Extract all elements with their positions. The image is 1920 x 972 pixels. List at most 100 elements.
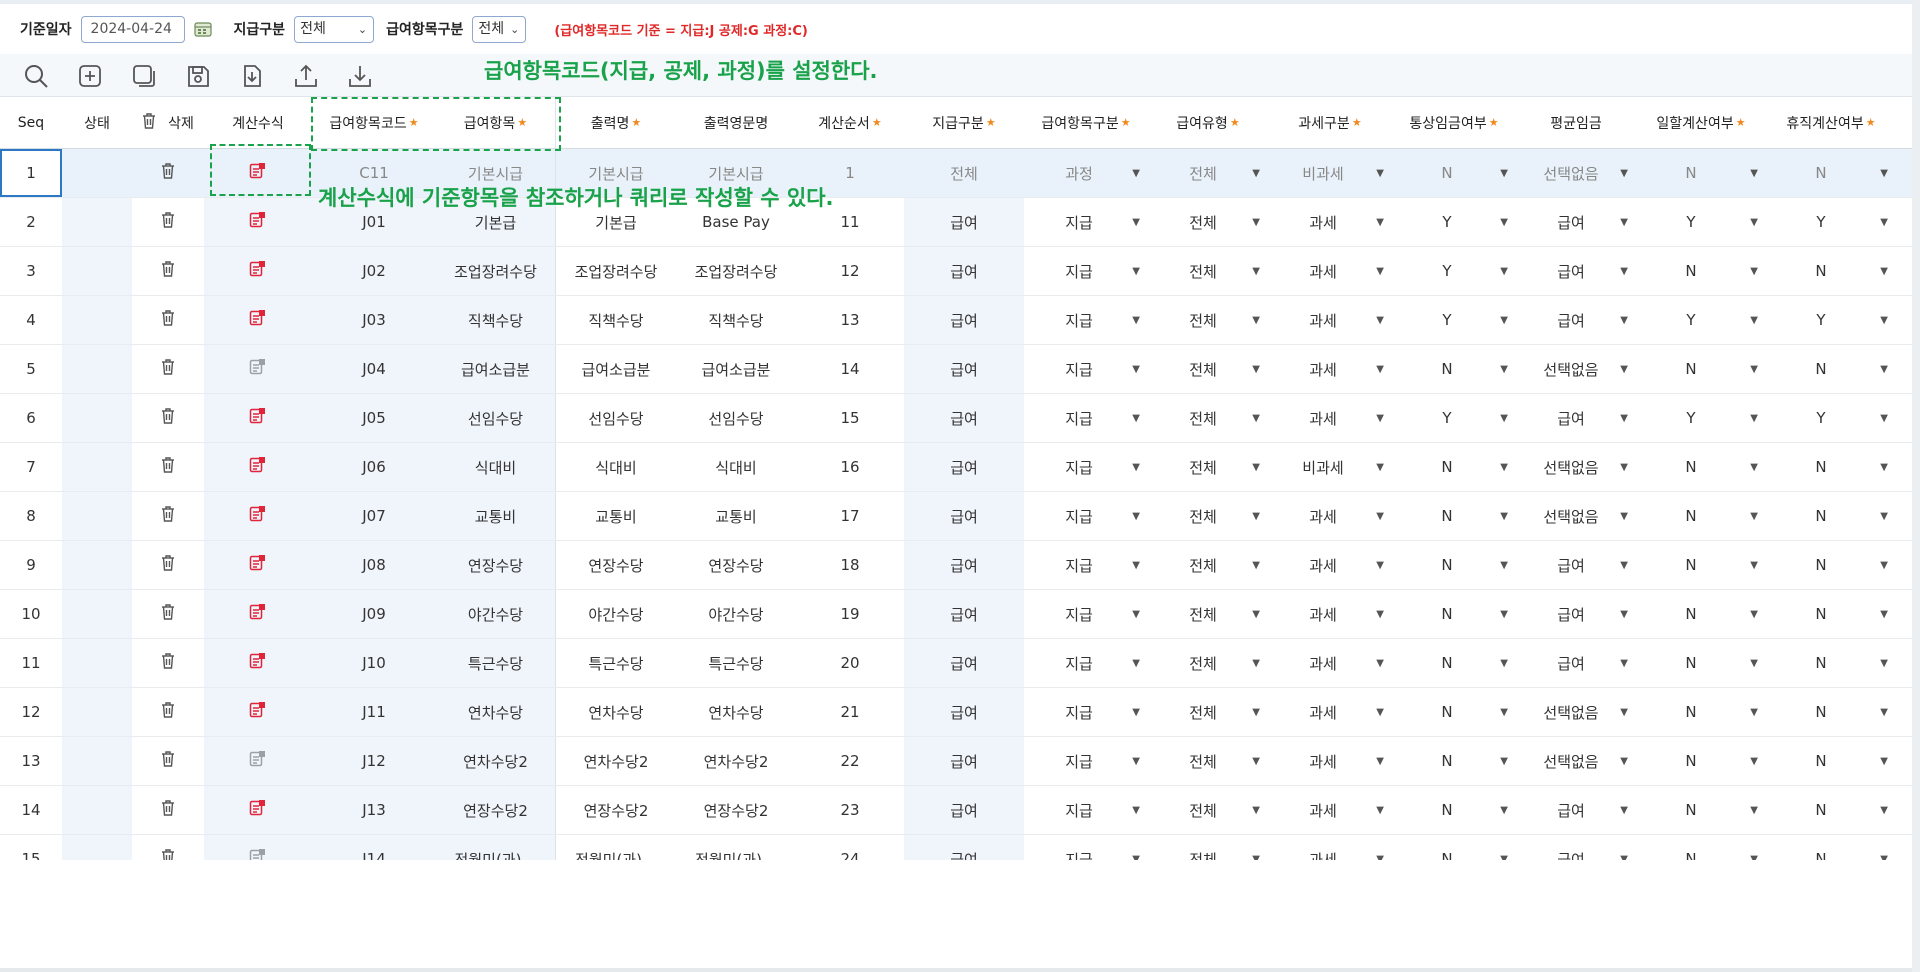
- caret-down-icon[interactable]: ▼: [1132, 217, 1140, 228]
- table-row[interactable]: 11 J10 특근수당 특근수당 특근수당 20 급여 지급 ▼ 전체 ▼ 과세 ▼ N ▼ 급여 ▼ N ▼ N ▼: [0, 639, 1912, 688]
- cell-ordinary-wage[interactable]: N ▼: [1392, 639, 1516, 687]
- cell-delete[interactable]: [132, 786, 204, 834]
- caret-down-icon[interactable]: ▼: [1500, 364, 1508, 375]
- caret-down-icon[interactable]: ▼: [1376, 511, 1384, 522]
- cell-tax-type[interactable]: 과세 ▼: [1268, 345, 1392, 393]
- formula-icon[interactable]: [249, 505, 267, 527]
- formula-icon[interactable]: [249, 309, 267, 331]
- cell-calc-order[interactable]: 17: [796, 492, 904, 540]
- cell-pay-type[interactable]: 급여: [904, 394, 1024, 442]
- cell-item[interactable]: 직책수당: [436, 296, 556, 344]
- cell-tax-type[interactable]: 과세 ▼: [1268, 296, 1392, 344]
- cell-tax-type[interactable]: 비과세 ▼: [1268, 149, 1392, 197]
- cell-daily-calc[interactable]: N ▼: [1636, 149, 1766, 197]
- cell-leave-calc[interactable]: Y ▼: [1766, 296, 1896, 344]
- cell-print-name[interactable]: 연장수당2: [556, 786, 676, 834]
- cell-item[interactable]: 연장수당2: [436, 786, 556, 834]
- cell-item-type[interactable]: 지급 ▼: [1024, 247, 1148, 295]
- cell-print-name[interactable]: 연차수당: [556, 688, 676, 736]
- cell-delete[interactable]: [132, 541, 204, 589]
- cell-print-name[interactable]: 조업장려수당: [556, 247, 676, 295]
- cell-leave-calc[interactable]: N ▼: [1766, 590, 1896, 638]
- caret-down-icon[interactable]: ▼: [1252, 707, 1260, 718]
- formula-icon[interactable]: [249, 358, 267, 380]
- caret-down-icon[interactable]: ▼: [1500, 315, 1508, 326]
- cell-ordinary-wage[interactable]: N ▼: [1392, 345, 1516, 393]
- caret-down-icon[interactable]: ▼: [1252, 462, 1260, 473]
- caret-down-icon[interactable]: ▼: [1620, 756, 1628, 767]
- cell-avg-wage[interactable]: 선택없음 ▼: [1516, 443, 1636, 491]
- cell-pay-type[interactable]: 급여: [904, 688, 1024, 736]
- cell-delete[interactable]: [132, 345, 204, 393]
- cell-item-type[interactable]: 지급 ▼: [1024, 198, 1148, 246]
- caret-down-icon[interactable]: ▼: [1620, 805, 1628, 816]
- date-input[interactable]: 2024-04-24: [80, 15, 185, 43]
- trash-icon[interactable]: [161, 604, 175, 624]
- cell-delete[interactable]: [132, 590, 204, 638]
- header-formula[interactable]: 계산수식: [204, 97, 312, 148]
- formula-icon[interactable]: [249, 260, 267, 282]
- scrollbar-track[interactable]: [1912, 0, 1920, 972]
- caret-down-icon[interactable]: ▼: [1620, 266, 1628, 277]
- cell-print-name[interactable]: 연차수당2: [556, 737, 676, 785]
- cell-daily-calc[interactable]: N ▼: [1636, 786, 1766, 834]
- cell-formula[interactable]: [204, 639, 312, 687]
- cell-calc-order[interactable]: 19: [796, 590, 904, 638]
- caret-down-icon[interactable]: ▼: [1880, 364, 1888, 375]
- cell-daily-calc[interactable]: N ▼: [1636, 639, 1766, 687]
- cell-item-type[interactable]: 지급 ▼: [1024, 639, 1148, 687]
- header-status[interactable]: 상태: [62, 97, 132, 148]
- cell-pay-type[interactable]: 급여: [904, 541, 1024, 589]
- caret-down-icon[interactable]: ▼: [1376, 217, 1384, 228]
- cell-print-name[interactable]: 특근수당: [556, 639, 676, 687]
- cell-pay-type[interactable]: 급여: [904, 247, 1024, 295]
- cell-avg-wage[interactable]: 선택없음 ▼: [1516, 492, 1636, 540]
- cell-leave-calc[interactable]: N ▼: [1766, 639, 1896, 687]
- pay-type-select[interactable]: 전체 ⌄: [294, 15, 375, 43]
- caret-down-icon[interactable]: ▼: [1376, 413, 1384, 424]
- cell-ordinary-wage[interactable]: N ▼: [1392, 590, 1516, 638]
- cell-print-name[interactable]: 식대비: [556, 443, 676, 491]
- caret-down-icon[interactable]: ▼: [1620, 560, 1628, 571]
- import-button[interactable]: [238, 62, 266, 90]
- cell-code[interactable]: J13: [312, 786, 436, 834]
- cell-avg-wage[interactable]: 급여 ▼: [1516, 541, 1636, 589]
- cell-salary-type[interactable]: 전체 ▼: [1148, 394, 1268, 442]
- cell-item[interactable]: 연차수당: [436, 688, 556, 736]
- cell-salary-type[interactable]: 전체 ▼: [1148, 247, 1268, 295]
- cell-ordinary-wage[interactable]: N ▼: [1392, 786, 1516, 834]
- cell-daily-calc[interactable]: N ▼: [1636, 590, 1766, 638]
- formula-icon[interactable]: [249, 652, 267, 674]
- caret-down-icon[interactable]: ▼: [1500, 266, 1508, 277]
- caret-down-icon[interactable]: ▼: [1376, 609, 1384, 620]
- caret-down-icon[interactable]: ▼: [1880, 217, 1888, 228]
- caret-down-icon[interactable]: ▼: [1500, 805, 1508, 816]
- table-row[interactable]: 3 J02 조업장려수당 조업장려수당 조업장려수당 12 급여 지급 ▼ 전체 ▼ 과세 ▼ Y ▼ 급여 ▼…: [0, 247, 1912, 296]
- cell-print-en[interactable]: 야간수당: [676, 590, 796, 638]
- caret-down-icon[interactable]: ▼: [1252, 364, 1260, 375]
- cell-formula[interactable]: [204, 296, 312, 344]
- cell-delete[interactable]: [132, 639, 204, 687]
- cell-daily-calc[interactable]: N ▼: [1636, 443, 1766, 491]
- caret-down-icon[interactable]: ▼: [1880, 658, 1888, 669]
- cell-print-name[interactable]: 연장수당: [556, 541, 676, 589]
- cell-status[interactable]: [62, 149, 132, 197]
- cell-print-en[interactable]: 연차수당2: [676, 737, 796, 785]
- cell-delete[interactable]: [132, 688, 204, 736]
- cell-tax-type[interactable]: 과세 ▼: [1268, 198, 1392, 246]
- caret-down-icon[interactable]: ▼: [1880, 609, 1888, 620]
- header-print-en[interactable]: 출력영문명: [676, 97, 796, 148]
- caret-down-icon[interactable]: ▼: [1132, 511, 1140, 522]
- caret-down-icon[interactable]: ▼: [1620, 658, 1628, 669]
- cell-item-type[interactable]: 지급 ▼: [1024, 786, 1148, 834]
- cell-calc-order[interactable]: 23: [796, 786, 904, 834]
- caret-down-icon[interactable]: ▼: [1376, 805, 1384, 816]
- caret-down-icon[interactable]: ▼: [1750, 413, 1758, 424]
- cell-pay-type[interactable]: 급여: [904, 639, 1024, 687]
- cell-daily-calc[interactable]: N ▼: [1636, 492, 1766, 540]
- cell-tax-type[interactable]: 과세 ▼: [1268, 590, 1392, 638]
- header-leave-calc[interactable]: 휴직계산여부 ★: [1766, 97, 1896, 148]
- caret-down-icon[interactable]: ▼: [1132, 462, 1140, 473]
- cell-delete[interactable]: [132, 492, 204, 540]
- cell-pay-type[interactable]: 급여: [904, 443, 1024, 491]
